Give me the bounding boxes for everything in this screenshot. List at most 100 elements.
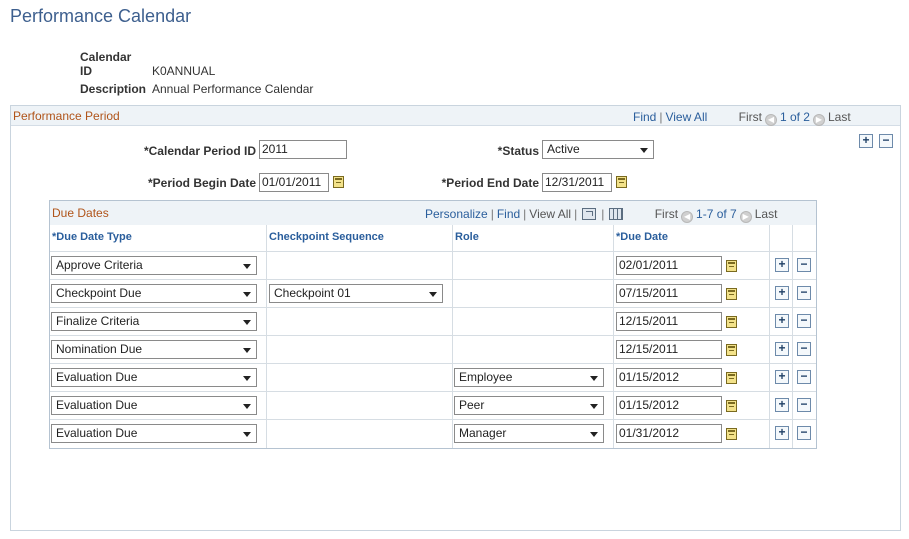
remove-row-button[interactable]: − xyxy=(797,258,811,272)
table-row: Finalize Criteria 12/15/2011 + − xyxy=(50,307,816,335)
next-icon[interactable]: ▶ xyxy=(812,114,825,126)
calendar-period-id-field[interactable]: 2011 xyxy=(259,140,347,159)
download-grid-icon[interactable] xyxy=(609,208,624,220)
grid-find-link[interactable]: Find xyxy=(497,207,520,221)
description-row: Description Annual Performance Calendar xyxy=(80,82,313,96)
checkpoint-sequence-value: Checkpoint 01 xyxy=(274,286,351,300)
prev-icon[interactable]: ◀ xyxy=(681,211,694,223)
checkpoint-sequence-select[interactable]: Checkpoint 01 xyxy=(269,284,443,303)
prev-icon[interactable]: ◀ xyxy=(764,114,777,126)
due-date-type-value: Evaluation Due xyxy=(56,426,138,440)
personalize-link[interactable]: Personalize xyxy=(425,207,488,221)
status-label: *Status xyxy=(497,144,539,158)
calendar-icon[interactable] xyxy=(616,176,627,188)
add-row-button[interactable]: + xyxy=(775,286,789,300)
add-row-button[interactable]: + xyxy=(775,426,789,440)
chevron-down-icon xyxy=(243,404,251,409)
grid-counter: 1-7 of 7 xyxy=(696,207,737,221)
due-date-field[interactable]: 01/31/2012 xyxy=(616,424,722,443)
due-date-field[interactable]: 12/15/2011 xyxy=(616,312,722,331)
remove-row-button[interactable]: − xyxy=(797,398,811,412)
table-row: Evaluation Due Manager 01/31/2012 + − xyxy=(50,419,816,447)
remove-row-button[interactable]: − xyxy=(797,342,811,356)
add-row-button[interactable]: + xyxy=(775,342,789,356)
remove-period-button[interactable]: − xyxy=(879,134,893,148)
due-date-type-value: Approve Criteria xyxy=(56,258,143,272)
due-date-field[interactable]: 07/15/2011 xyxy=(616,284,722,303)
add-row-button[interactable]: + xyxy=(775,314,789,328)
due-date-field[interactable]: 12/15/2011 xyxy=(616,340,722,359)
period-counter: 1 of 2 xyxy=(779,110,810,124)
period-find-link[interactable]: Find xyxy=(633,110,656,124)
due-dates-grid: Due Dates Personalize | Find | View All | | Fi… xyxy=(49,200,817,449)
remove-row-button[interactable]: − xyxy=(797,314,811,328)
due-date-field[interactable]: 01/15/2012 xyxy=(616,368,722,387)
due-date-type-select[interactable]: Evaluation Due xyxy=(51,424,257,443)
due-date-type-select[interactable]: Approve Criteria xyxy=(51,256,257,275)
calendar-icon[interactable] xyxy=(726,260,737,272)
due-date-type-select[interactable]: Evaluation Due xyxy=(51,396,257,415)
period-end-date-field[interactable]: 12/31/2011 xyxy=(542,173,612,192)
due-date-type-select[interactable]: Checkpoint Due xyxy=(51,284,257,303)
calendar-icon[interactable] xyxy=(726,400,737,412)
role-select[interactable]: Manager xyxy=(454,424,604,443)
calendar-icon[interactable] xyxy=(726,288,737,300)
calendar-icon[interactable] xyxy=(726,428,737,440)
period-first-label[interactable]: First xyxy=(739,110,762,124)
due-date-type-value: Evaluation Due xyxy=(56,370,138,384)
due-date-type-select[interactable]: Evaluation Due xyxy=(51,368,257,387)
calendar-period-id-label: *Calendar Period ID xyxy=(143,144,256,158)
performance-period-title: Performance Period xyxy=(13,109,120,123)
col-header-due-date[interactable]: *Due Date xyxy=(616,231,668,243)
due-dates-title: Due Dates xyxy=(52,206,109,220)
chevron-down-icon xyxy=(243,432,251,437)
due-date-type-value: Nomination Due xyxy=(56,342,143,356)
calendar-icon[interactable] xyxy=(333,176,344,188)
chevron-down-icon xyxy=(243,264,251,269)
remove-row-button[interactable]: − xyxy=(797,370,811,384)
period-begin-date-field[interactable]: 01/01/2011 xyxy=(259,173,329,192)
calendar-icon[interactable] xyxy=(726,372,737,384)
due-date-type-select[interactable]: Finalize Criteria xyxy=(51,312,257,331)
chevron-down-icon xyxy=(590,376,598,381)
chevron-down-icon xyxy=(243,348,251,353)
remove-row-button[interactable]: − xyxy=(797,426,811,440)
add-row-button[interactable]: + xyxy=(775,258,789,272)
remove-row-button[interactable]: − xyxy=(797,286,811,300)
table-row: Evaluation Due Employee 01/15/2012 + − xyxy=(50,363,816,391)
due-date-type-value: Evaluation Due xyxy=(56,398,138,412)
add-row-button[interactable]: + xyxy=(775,370,789,384)
due-date-type-select[interactable]: Nomination Due xyxy=(51,340,257,359)
new-window-icon[interactable] xyxy=(582,208,597,220)
due-dates-nav: Personalize | Find | View All | | First ◀ 1-7 of… xyxy=(425,207,778,223)
grid-first-label[interactable]: First xyxy=(655,207,678,221)
status-select[interactable]: Active xyxy=(542,140,654,159)
grid-last-label[interactable]: Last xyxy=(755,207,778,221)
calendar-icon[interactable] xyxy=(726,344,737,356)
role-select[interactable]: Employee xyxy=(454,368,604,387)
period-view-all-link[interactable]: View All xyxy=(665,110,707,124)
page-title: Performance Calendar xyxy=(10,6,192,26)
col-header-due-date-type[interactable]: *Due Date Type xyxy=(52,231,132,243)
next-icon[interactable]: ▶ xyxy=(739,211,752,223)
grid-view-all-link[interactable]: View All xyxy=(529,207,571,221)
due-date-field[interactable]: 02/01/2011 xyxy=(616,256,722,275)
table-row: Nomination Due 12/15/2011 + − xyxy=(50,335,816,363)
chevron-down-icon xyxy=(590,432,598,437)
add-period-button[interactable]: + xyxy=(859,134,873,148)
col-header-role[interactable]: Role xyxy=(455,231,479,243)
chevron-down-icon xyxy=(243,376,251,381)
period-end-date-label: *Period End Date xyxy=(441,176,539,190)
calendar-icon[interactable] xyxy=(726,316,737,328)
add-row-button[interactable]: + xyxy=(775,398,789,412)
due-date-field[interactable]: 01/15/2012 xyxy=(616,396,722,415)
chevron-down-icon xyxy=(640,148,648,153)
calendar-id-row: Calendar ID K0ANNUAL xyxy=(80,50,215,78)
calendar-id-value: K0ANNUAL xyxy=(152,64,216,78)
period-last-label[interactable]: Last xyxy=(828,110,851,124)
table-row: Checkpoint Due Checkpoint 01 07/15/2011 … xyxy=(50,279,816,307)
chevron-down-icon xyxy=(243,320,251,325)
role-select[interactable]: Peer xyxy=(454,396,604,415)
description-value: Annual Performance Calendar xyxy=(152,82,314,96)
col-header-checkpoint-sequence[interactable]: Checkpoint Sequence xyxy=(269,231,384,243)
